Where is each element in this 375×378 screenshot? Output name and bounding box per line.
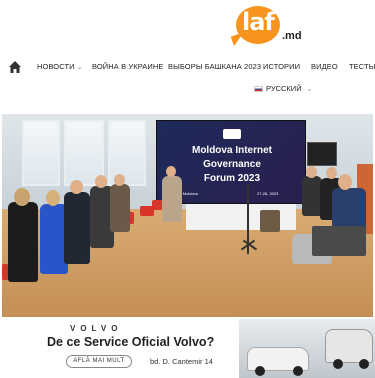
- language-selector[interactable]: РУССКИЙ ⌄: [254, 84, 312, 93]
- volvo-advertisement[interactable]: VOLVO De ce Service Oficial Volvo? AFLĂ …: [40, 318, 375, 378]
- car-wheel: [255, 366, 265, 376]
- forum-date: 27-28, 2023: [257, 191, 279, 196]
- language-label: РУССКИЙ: [266, 84, 302, 93]
- person-head: [95, 175, 107, 188]
- side-table: [260, 210, 280, 232]
- ad-brand: VOLVO: [70, 324, 123, 333]
- forum-title-line1: Moldova Internet: [191, 145, 272, 156]
- car-wheel: [359, 359, 369, 369]
- logo-suffix: .md: [282, 30, 302, 42]
- photo-window: [22, 120, 60, 186]
- ad-car-photo: [239, 319, 375, 378]
- site-logo[interactable]: laf .md: [230, 4, 304, 50]
- audience-person: [64, 192, 90, 264]
- main-nav: НОВОСТИ ⌄ ВОЙНА В УКРАИНЕ ВЫБОРЫ БАШКАНА …: [0, 56, 375, 78]
- person-head: [114, 174, 125, 186]
- chevron-down-icon: ⌄: [306, 85, 313, 93]
- person-head: [326, 167, 337, 179]
- chevron-down-icon: ⌄: [76, 64, 83, 71]
- person-head: [70, 180, 83, 194]
- russia-flag-icon: [254, 85, 263, 92]
- person-head: [166, 166, 176, 177]
- person-head: [338, 174, 352, 190]
- car-wheel: [293, 366, 303, 376]
- audience-person: [162, 176, 182, 222]
- nav-item-video[interactable]: ВИДЕО: [311, 62, 338, 71]
- forum-title-line2: Governance: [203, 159, 261, 170]
- photo-window: [108, 120, 146, 186]
- person-head: [14, 188, 30, 206]
- car-wheel: [333, 359, 343, 369]
- home-icon[interactable]: [8, 60, 22, 74]
- forum-logo: [223, 129, 241, 139]
- tv-monitor: [307, 142, 337, 166]
- speaker-chair: [312, 226, 366, 256]
- article-photo[interactable]: Moldova Internet Governance Forum 2023 r…: [2, 114, 373, 317]
- nav-item-stories[interactable]: ИСТОРИИ: [263, 62, 300, 71]
- person-head: [46, 190, 60, 206]
- nav-item-war-in-ukraine[interactable]: ВОЙНА В УКРАИНЕ: [92, 62, 164, 71]
- nav-item-news[interactable]: НОВОСТИ ⌄: [37, 62, 83, 71]
- nav-item-label: НОВОСТИ: [37, 62, 75, 71]
- panel-speaker: [302, 176, 322, 216]
- ad-title: De ce Service Oficial Volvo?: [47, 335, 215, 349]
- learn-more-button[interactable]: AFLĂ MAI MULT: [66, 355, 132, 368]
- white-car: [325, 329, 373, 363]
- nav-item-tests[interactable]: ТЕСТЫ: [349, 62, 375, 71]
- site-header: laf .md НОВОСТИ ⌄ ВОЙНА В УКРАИНЕ ВЫБОРЫ …: [0, 0, 375, 112]
- logo-text: laf: [242, 8, 275, 36]
- ad-address: bd. D. Cantemir 14: [150, 357, 213, 366]
- person-head: [306, 166, 317, 178]
- nav-item-elections[interactable]: ВЫБОРЫ БАШКАНА 2023: [168, 62, 261, 71]
- audience-person: [8, 202, 38, 282]
- audience-person: [110, 184, 130, 232]
